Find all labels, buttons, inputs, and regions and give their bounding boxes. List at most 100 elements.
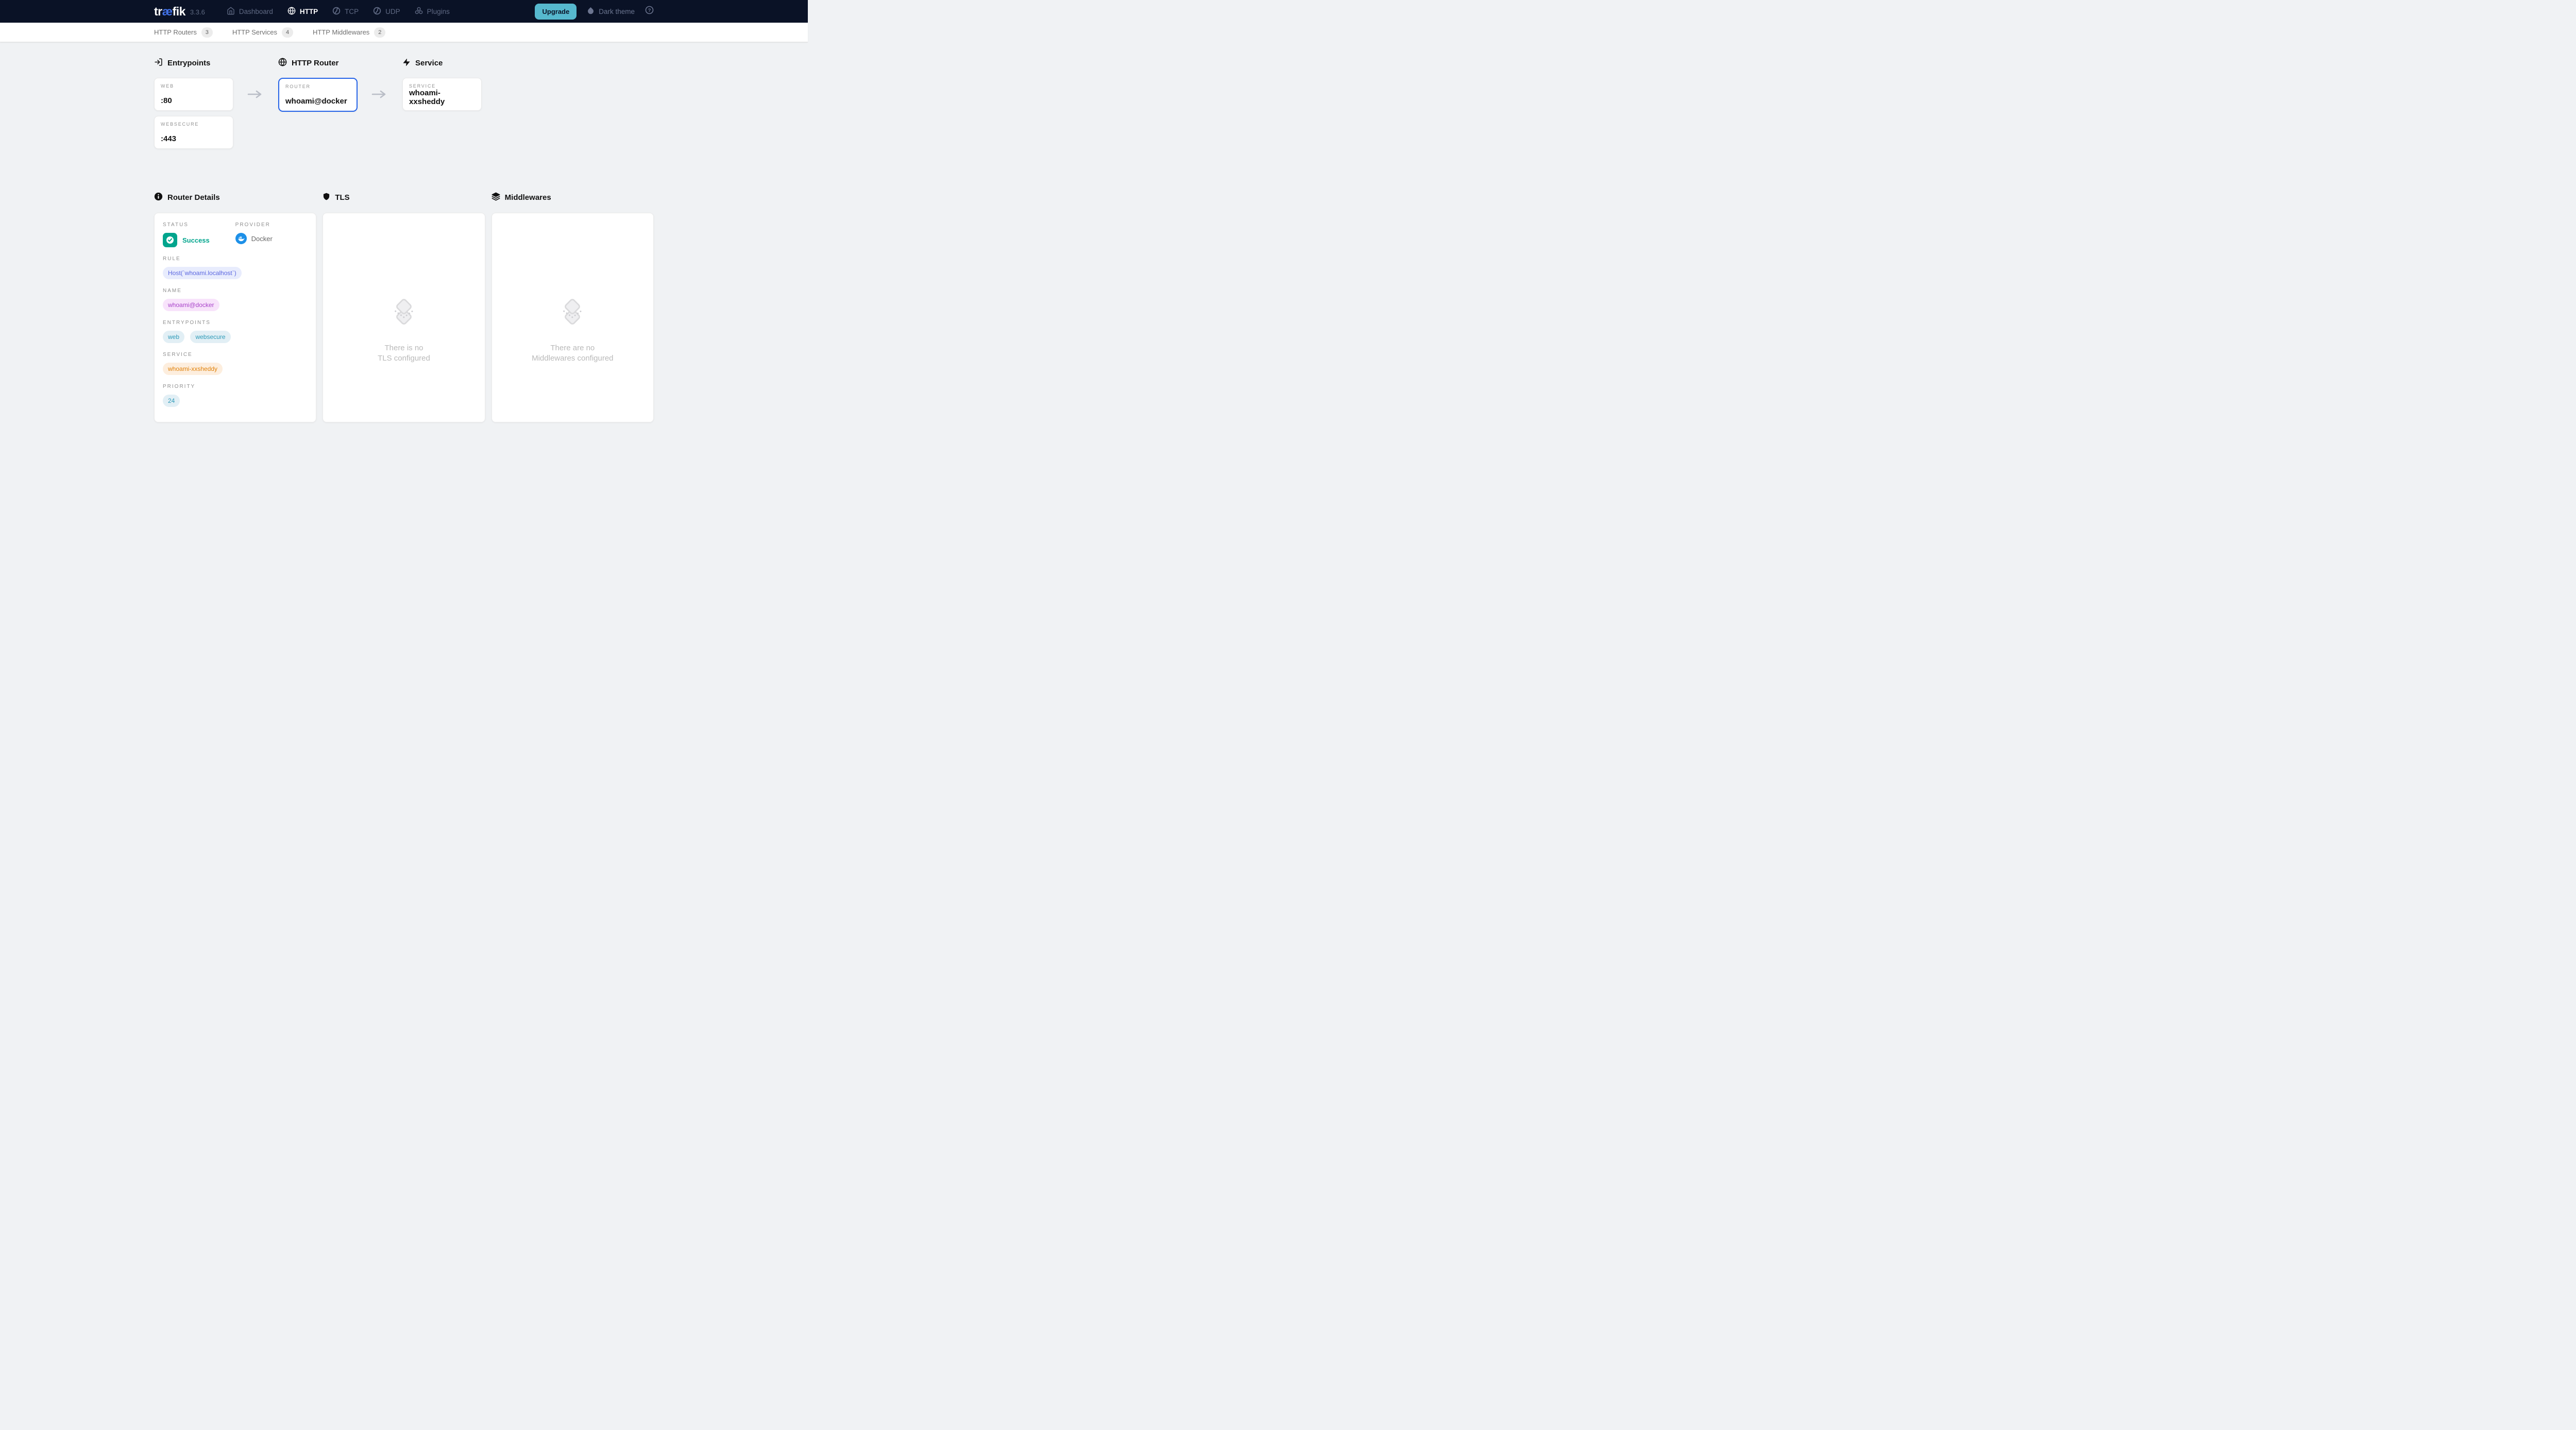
provider-value: Docker — [251, 235, 273, 243]
empty-layers-icon — [557, 297, 587, 330]
section-title: TLS — [335, 193, 349, 202]
service-block: SERVICE whoami-xxsheddy — [163, 352, 308, 375]
main-nav: Dashboard HTTP TCP UDP — [227, 7, 450, 16]
top-navbar: træfik 3.3.6 Dashboard HTTP TCP — [0, 0, 808, 23]
theme-toggle[interactable]: Dark theme — [587, 7, 635, 16]
flow-section-headers: Entrypoints HTTP Router Service — [154, 58, 654, 69]
globe-icon — [287, 7, 296, 16]
empty-line2: TLS configured — [378, 353, 430, 364]
entrypoint-card-web: WEB :80 — [154, 78, 233, 111]
routers-count-badge: 3 — [201, 27, 213, 38]
card-label: ROUTER — [285, 84, 350, 89]
service-label: SERVICE — [163, 352, 308, 358]
disc-icon — [373, 7, 381, 16]
tab-http-routers[interactable]: HTTP Routers 3 — [154, 27, 213, 38]
details-section-headers: Router Details TLS Middlewares — [154, 192, 654, 203]
card-value: :80 — [161, 96, 227, 105]
http-subnav: HTTP Routers 3 HTTP Services 4 HTTP Midd… — [0, 23, 808, 42]
card-label: WEB — [161, 83, 227, 89]
http-router-header: HTTP Router — [278, 58, 358, 69]
section-title: Router Details — [167, 193, 220, 202]
help-button[interactable]: ? — [645, 6, 654, 17]
traefik-logo[interactable]: træfik — [154, 5, 185, 19]
empty-line1: There is no — [378, 343, 430, 353]
name-chip: whoami@docker — [163, 299, 219, 311]
priority-chip: 24 — [163, 395, 180, 407]
router-card[interactable]: ROUTER whoami@docker — [278, 78, 358, 112]
docker-icon — [235, 233, 247, 244]
rule-label: RULE — [163, 256, 308, 262]
bolt-icon — [402, 58, 411, 69]
shield-icon — [323, 192, 330, 203]
nav-item-dashboard[interactable]: Dashboard — [227, 7, 273, 16]
entrypoints-block: ENTRYPOINTS web websecure — [163, 320, 308, 343]
entrypoints-label: ENTRYPOINTS — [163, 320, 308, 326]
name-label: NAME — [163, 288, 308, 294]
tls-card: There is no TLS configured — [323, 213, 485, 422]
priority-label: PRIORITY — [163, 384, 308, 389]
tab-label: HTTP Services — [232, 28, 277, 36]
router-detail-page: Entrypoints HTTP Router Service WEB :80 … — [154, 42, 654, 450]
service-header: Service — [402, 58, 482, 69]
flow-arrow — [233, 90, 278, 98]
tls-header: TLS — [323, 192, 485, 203]
logo-text: tr — [154, 5, 162, 18]
router-column: ROUTER whoami@docker — [278, 78, 358, 112]
service-column: SERVICE whoami-xxsheddy — [402, 78, 482, 111]
details-cards: STATUS Success PROVIDER Docker — [154, 213, 654, 450]
section-title: Middlewares — [505, 193, 551, 202]
router-details-header: Router Details — [154, 192, 316, 203]
globe-icon — [278, 58, 287, 69]
upgrade-button[interactable]: Upgrade — [535, 4, 577, 20]
service-chip[interactable]: whoami-xxsheddy — [163, 363, 223, 375]
empty-layers-icon — [389, 297, 419, 330]
entrypoints-column: WEB :80 WEBSECURE :443 — [154, 78, 233, 149]
nav-label: HTTP — [300, 8, 318, 15]
status-block: STATUS Success — [163, 222, 235, 247]
services-count-badge: 4 — [282, 27, 293, 38]
tab-label: HTTP Middlewares — [313, 28, 369, 36]
nav-item-plugins[interactable]: Plugins — [415, 7, 450, 16]
provider-label: PROVIDER — [235, 222, 308, 228]
login-icon — [154, 58, 163, 69]
nav-item-udp[interactable]: UDP — [373, 7, 400, 16]
middlewares-header: Middlewares — [492, 192, 654, 203]
version-label: 3.3.6 — [190, 8, 205, 16]
entrypoint-card-websecure: WEBSECURE :443 — [154, 116, 233, 149]
section-title: Service — [415, 59, 443, 67]
theme-toggle-label: Dark theme — [599, 8, 635, 15]
home-icon — [227, 7, 235, 16]
card-label: SERVICE — [409, 83, 475, 89]
section-title: HTTP Router — [292, 59, 338, 67]
middlewares-empty-message: There are no Middlewares configured — [532, 343, 613, 364]
nav-label: Plugins — [427, 8, 450, 15]
nav-label: Dashboard — [239, 8, 273, 15]
entrypoint-chip-web: web — [163, 331, 184, 343]
service-card[interactable]: SERVICE whoami-xxsheddy — [402, 78, 482, 111]
status-label: STATUS — [163, 222, 235, 228]
flow-diagram: WEB :80 WEBSECURE :443 ROUTER whoami@doc… — [154, 78, 654, 149]
entrypoints-header: Entrypoints — [154, 58, 233, 69]
navbar-right-group: Upgrade Dark theme ? — [535, 4, 654, 20]
check-circle-icon — [163, 233, 177, 247]
card-value: whoami@docker — [285, 97, 350, 106]
info-icon — [154, 192, 163, 203]
logo-ae: æ — [162, 5, 173, 18]
section-title: Entrypoints — [167, 59, 210, 67]
name-block: NAME whoami@docker — [163, 288, 308, 311]
droplet-icon — [587, 7, 595, 16]
router-details-card: STATUS Success PROVIDER Docker — [154, 213, 316, 422]
tab-http-middlewares[interactable]: HTTP Middlewares 2 — [313, 27, 385, 38]
tab-http-services[interactable]: HTTP Services 4 — [232, 27, 293, 38]
status-value: Success — [182, 236, 210, 244]
tab-label: HTTP Routers — [154, 28, 197, 36]
rule-chip: Host(`whoami.localhost`) — [163, 267, 242, 279]
logo-text: fik — [173, 5, 185, 18]
nav-item-http[interactable]: HTTP — [287, 7, 318, 16]
card-label: WEBSECURE — [161, 122, 227, 127]
nav-item-tcp[interactable]: TCP — [332, 7, 359, 16]
middlewares-count-badge: 2 — [374, 27, 385, 38]
priority-block: PRIORITY 24 — [163, 384, 308, 407]
card-value: :443 — [161, 134, 227, 143]
entrypoint-chip-websecure: websecure — [190, 331, 230, 343]
